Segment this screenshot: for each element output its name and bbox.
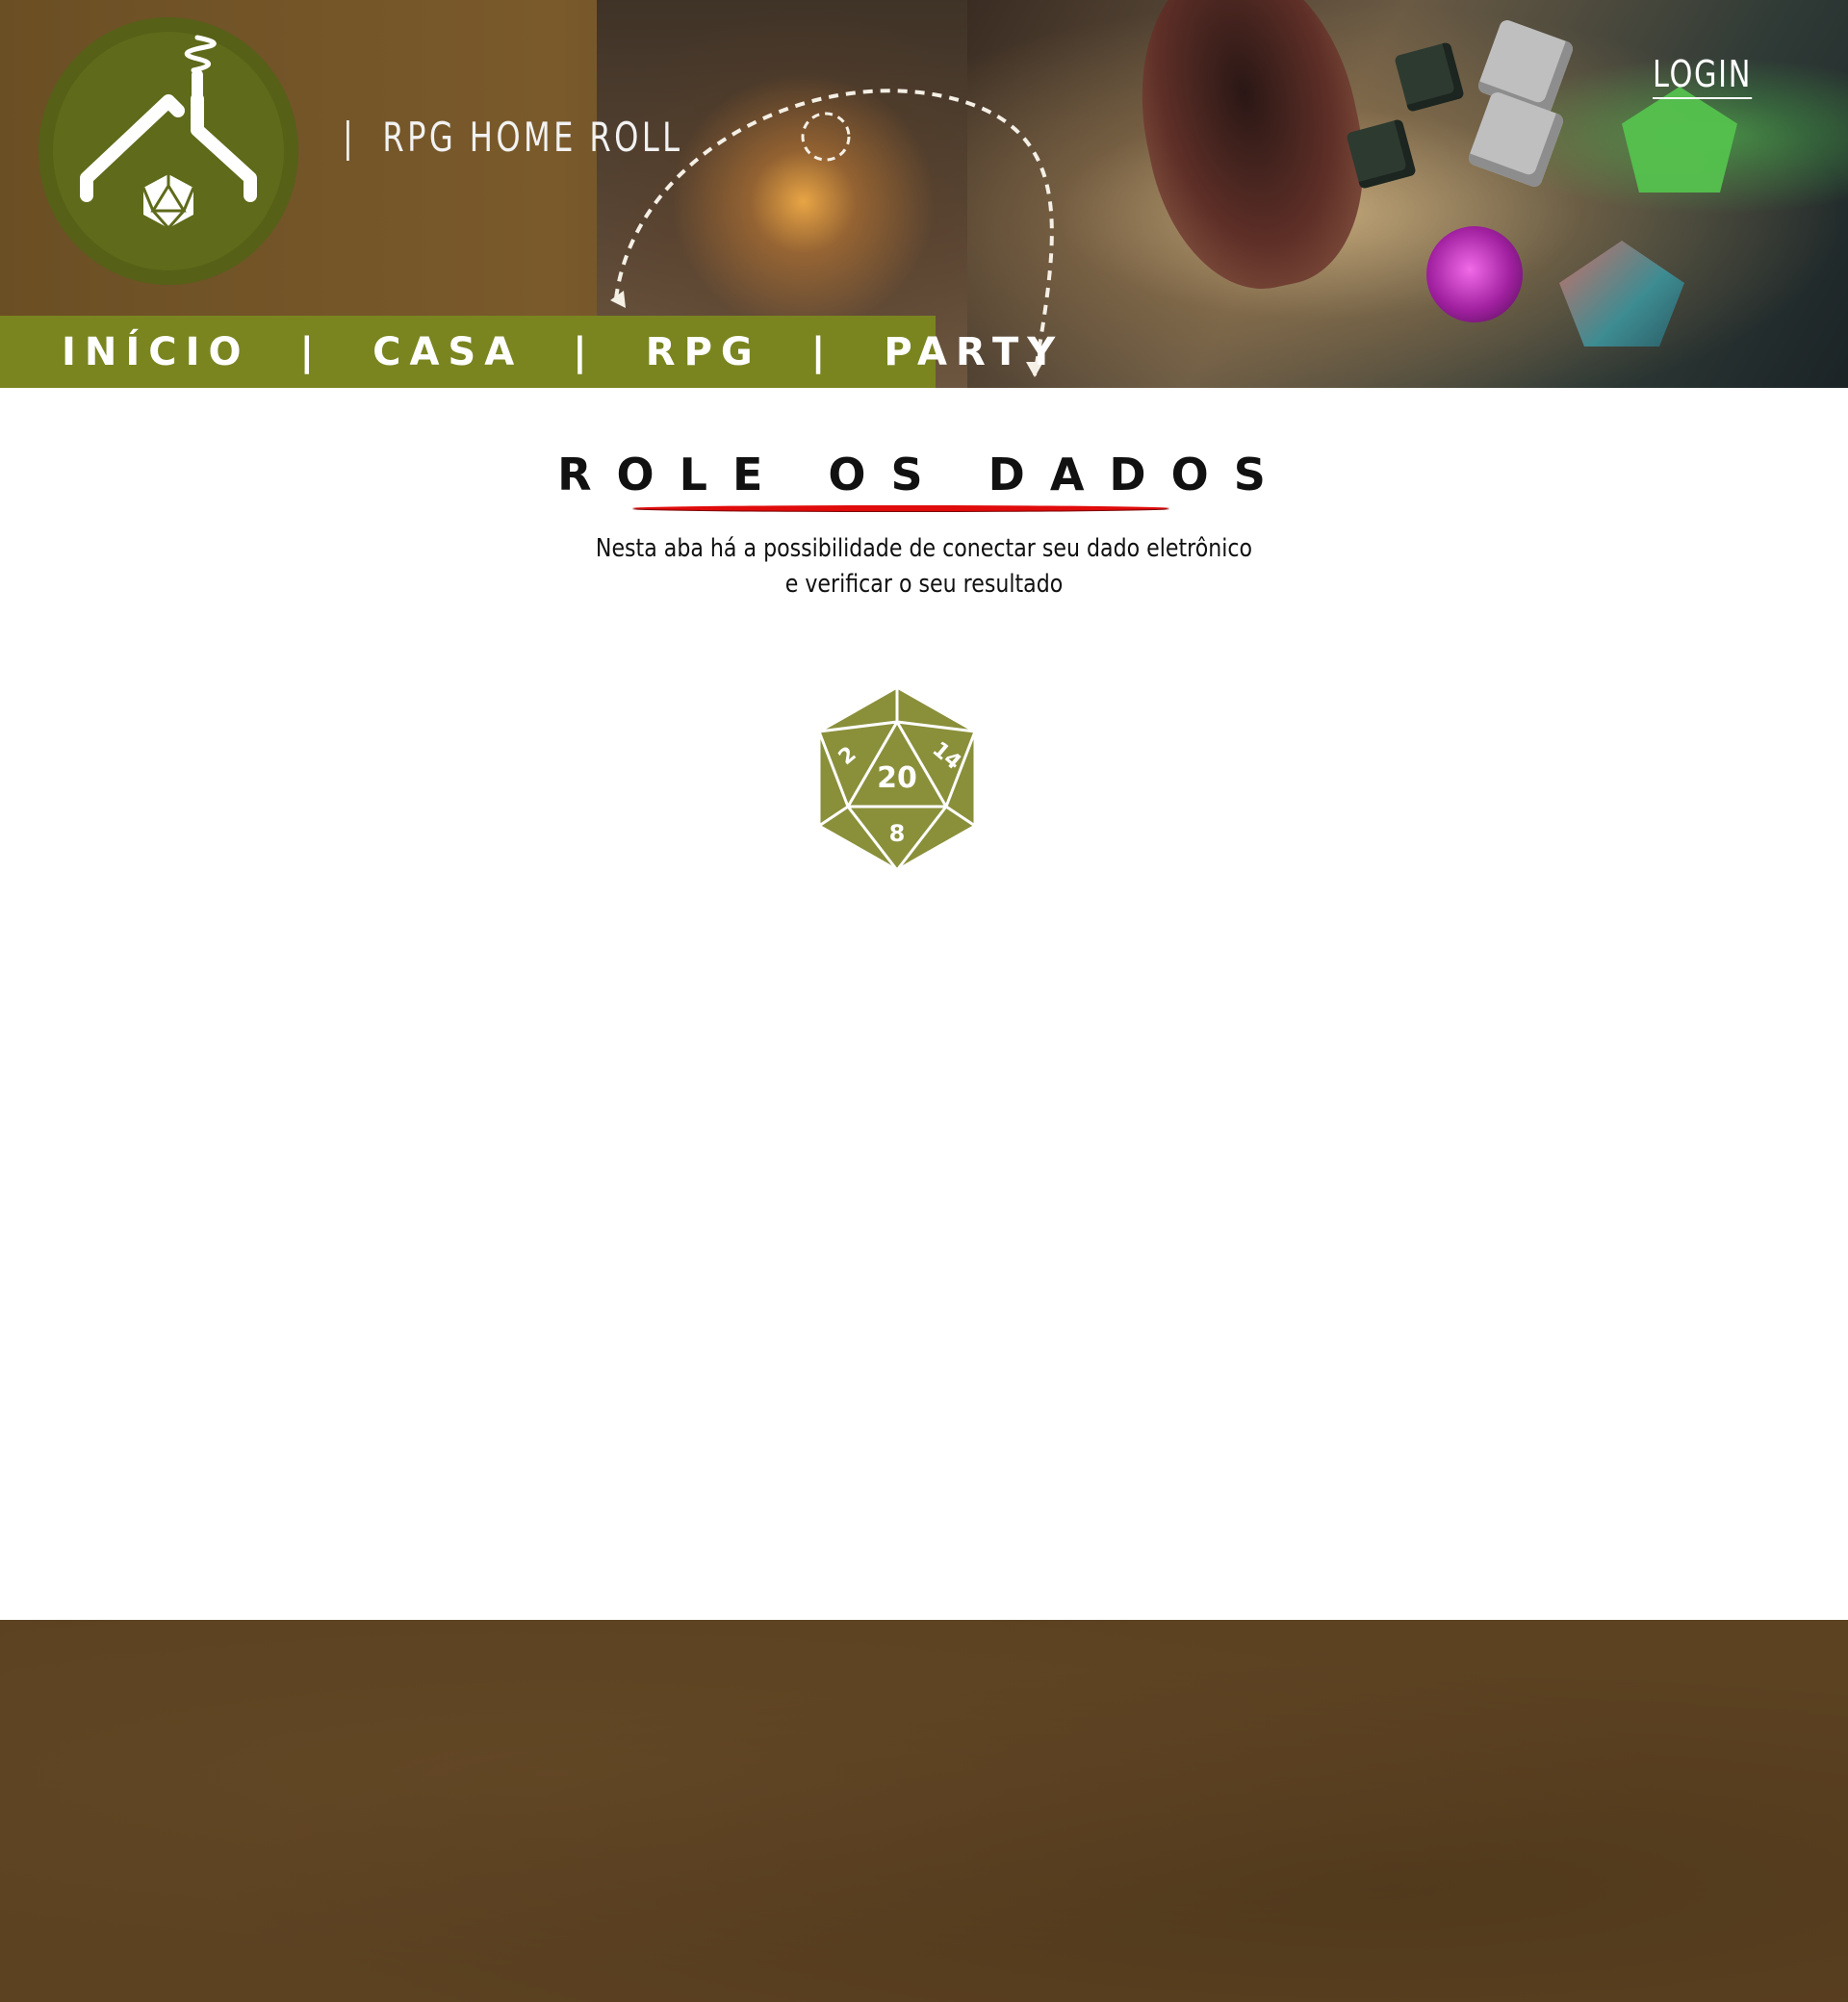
nav-item-party[interactable]: PARTY bbox=[884, 330, 1064, 374]
nav-separator: | bbox=[573, 329, 596, 374]
nav-separator: | bbox=[299, 329, 323, 374]
nav-item-casa[interactable]: CASA bbox=[372, 330, 523, 374]
die-face-value: 8 bbox=[889, 820, 906, 847]
house-dice-icon bbox=[80, 35, 257, 229]
die-face-value: 20 bbox=[877, 761, 917, 795]
page-title: ROLE OS DADOS bbox=[557, 449, 1291, 500]
description-line: Nesta aba há a possibilidade de conectar… bbox=[595, 534, 1253, 563]
site-header: | RPG HOME ROLL LOGIN INÍCIO | CASA | RP… bbox=[0, 0, 1848, 388]
site-title: | RPG HOME ROLL bbox=[343, 114, 683, 161]
dice-image bbox=[1426, 226, 1523, 322]
d20-dice-button[interactable]: 20 2 14 8 bbox=[811, 683, 983, 874]
site-logo[interactable] bbox=[38, 17, 298, 285]
nav-item-rpg[interactable]: RPG bbox=[646, 330, 761, 374]
site-footer bbox=[0, 1620, 1848, 2002]
nav-separator: | bbox=[810, 329, 834, 374]
nav-item-inicio[interactable]: INÍCIO bbox=[62, 330, 249, 374]
main-nav: INÍCIO | CASA | RPG | PARTY bbox=[0, 316, 1055, 388]
description-line: e verificar o seu resultado bbox=[784, 570, 1064, 599]
page-description: Nesta aba há a possibilidade de conectar… bbox=[139, 531, 1709, 603]
logo-badge bbox=[53, 32, 284, 270]
title-underline bbox=[632, 505, 1169, 511]
login-link[interactable]: LOGIN bbox=[1653, 53, 1753, 99]
